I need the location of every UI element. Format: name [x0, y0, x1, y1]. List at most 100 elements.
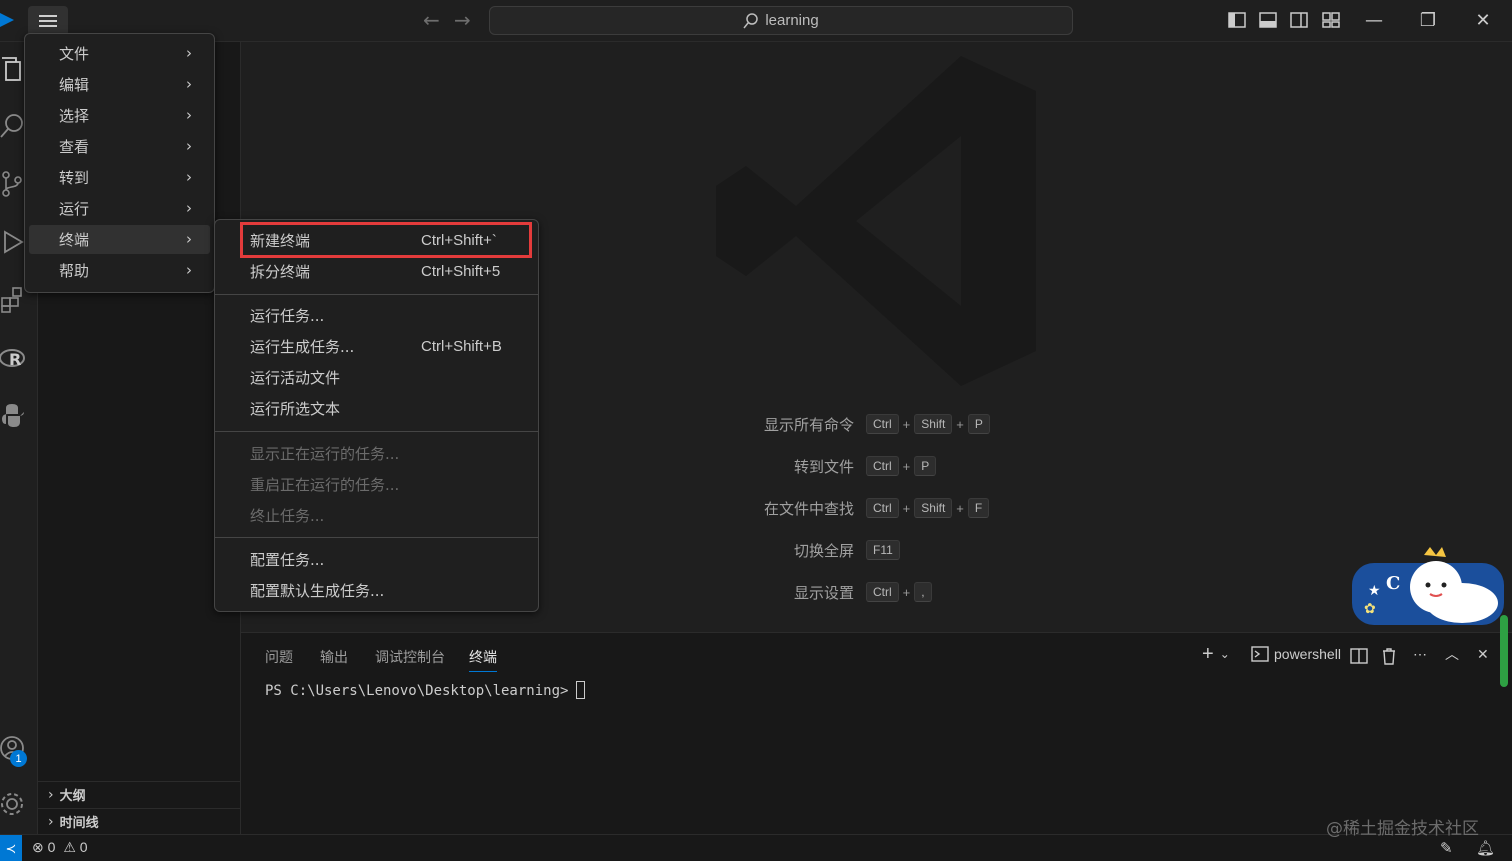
terminal-profile-button[interactable]: powershell [1251, 643, 1341, 665]
status-problems[interactable]: ⊗ 0 ⚠ 0 [32, 839, 88, 856]
chevron-right-icon: › [48, 813, 54, 830]
search-text: learning [765, 12, 819, 29]
toggle-primary-sidebar-icon[interactable] [1228, 11, 1246, 29]
new-terminal-button[interactable]: + ⌄ [1202, 643, 1230, 665]
menu-button[interactable] [28, 6, 68, 36]
svg-text:✿: ✿ [1364, 601, 1376, 617]
restore-icon[interactable]: ❐ [1408, 6, 1448, 34]
maximize-panel-icon[interactable]: ︿ [1445, 643, 1459, 665]
warning-icon: ⚠ [63, 839, 76, 855]
submenu-item-label: 运行活动文件 [250, 369, 341, 387]
annotation-highlight-box [240, 222, 532, 258]
extensions-icon[interactable] [0, 286, 28, 314]
close-panel-icon[interactable]: ✕ [1477, 643, 1489, 665]
menu-item-selection[interactable]: 选择 › [29, 101, 210, 130]
python-icon[interactable] [0, 402, 28, 430]
terminal-cursor [576, 681, 586, 699]
submenu-item-split-terminal[interactable]: 拆分终端 Ctrl+Shift+5 [219, 257, 534, 286]
menu-item-view[interactable]: 查看 › [29, 132, 210, 161]
settings-gear-icon[interactable] [0, 790, 28, 818]
scrollbar-indicator[interactable] [1500, 615, 1508, 687]
chevron-right-icon: › [186, 168, 192, 186]
menu-item-label: 编辑 [59, 76, 90, 94]
submenu-item-label: 拆分终端 [250, 263, 311, 281]
mascot-sticker: ★ ✿ C [1352, 547, 1504, 625]
submenu-item-terminate-task: 终止任务... [219, 501, 534, 530]
submenu-item-label: 配置默认生成任务... [250, 582, 385, 600]
submenu-item-configure-default-build-task[interactable]: 配置默认生成任务... [219, 576, 534, 605]
submenu-item-configure-tasks[interactable]: 配置任务... [219, 545, 534, 574]
trash-icon[interactable] [1381, 645, 1397, 667]
key-cap: Shift [914, 414, 953, 434]
split-terminal-icon[interactable] [1350, 645, 1368, 667]
submenu-item-run-selected-text[interactable]: 运行所选文本 [219, 394, 534, 423]
menu-item-label: 选择 [59, 107, 90, 125]
tab-terminal[interactable]: 终端 [469, 647, 497, 672]
arrow-right-icon[interactable]: → [454, 8, 471, 32]
submenu-item-label: 终止任务... [250, 507, 325, 525]
chevron-right-icon: › [186, 230, 192, 248]
submenu-item-run-active-file[interactable]: 运行活动文件 [219, 363, 534, 392]
command-center-search[interactable]: learning [489, 6, 1073, 35]
close-icon[interactable]: ✕ [1463, 6, 1503, 34]
menu-item-help[interactable]: 帮助 › [29, 256, 210, 285]
terminal-output[interactable]: PS C:\Users\Lenovo\Desktop\learning> [265, 681, 586, 699]
key-cap: P [914, 456, 937, 476]
key-cap: Ctrl [866, 414, 899, 434]
chevron-right-icon: › [186, 261, 192, 279]
sidebar-section-outline[interactable]: › 大纲 [38, 781, 241, 807]
terminal-icon [1251, 646, 1269, 662]
key-cap: , [914, 582, 932, 602]
plus-icon: + [1202, 642, 1214, 665]
search-icon [743, 12, 759, 28]
error-icon: ⊗ [32, 839, 44, 855]
menu-item-terminal[interactable]: 终端 › [29, 225, 210, 254]
menu-icon [39, 15, 57, 27]
terminal-profile-label: powershell [1274, 646, 1341, 662]
key-cap: P [967, 414, 990, 434]
menu-item-label: 转到 [59, 169, 90, 187]
main-menu: 文件 › 编辑 › 选择 › 查看 › 转到 › 运行 › 终端 › 帮助 › [24, 33, 215, 293]
chevron-right-icon: › [186, 44, 192, 62]
minimize-icon[interactable]: — [1354, 6, 1394, 34]
key-cap: F11 [866, 540, 900, 560]
menu-separator [215, 294, 538, 295]
key-plus: + [902, 458, 911, 474]
sidebar-section-timeline[interactable]: › 时间线 [38, 808, 241, 834]
toggle-panel-icon[interactable] [1259, 11, 1277, 29]
shortcut-label: 在文件中查找 [763, 499, 854, 518]
toggle-secondary-sidebar-icon[interactable] [1290, 11, 1308, 29]
menu-item-file[interactable]: 文件 › [29, 39, 210, 68]
menu-item-label: 查看 [59, 138, 90, 156]
submenu-item-run-build-task[interactable]: 运行生成任务... Ctrl+Shift+B [219, 332, 534, 361]
bell-icon[interactable]: 🔔︎ [1476, 839, 1495, 857]
menu-separator [215, 537, 538, 538]
submenu-item-label: 运行所选文本 [250, 400, 341, 418]
key-cap: Ctrl [866, 582, 899, 602]
key-cap: Ctrl [866, 456, 899, 476]
tab-problems[interactable]: 问题 [265, 647, 293, 667]
menu-item-label: 终端 [59, 231, 90, 249]
chevron-right-icon: › [186, 199, 192, 217]
submenu-item-label: 配置任务... [250, 551, 325, 569]
arrow-left-icon[interactable]: ← [423, 8, 440, 32]
submenu-item-label: 运行生成任务... [250, 338, 355, 356]
menu-item-edit[interactable]: 编辑 › [29, 70, 210, 99]
remote-indicator-icon[interactable]: ≺ [0, 835, 22, 861]
tab-debug-console[interactable]: 调试控制台 [375, 647, 445, 667]
mascot-letter: C [1386, 573, 1400, 594]
customize-layout-icon[interactable] [1322, 11, 1340, 29]
menu-item-go[interactable]: 转到 › [29, 163, 210, 192]
menu-item-run[interactable]: 运行 › [29, 194, 210, 223]
more-actions-icon[interactable]: ⋯ [1413, 643, 1427, 665]
feedback-icon[interactable]: ✎ [1440, 839, 1453, 857]
key-cap: F [967, 498, 990, 518]
vscode-logo [0, 13, 14, 27]
tab-output[interactable]: 输出 [320, 647, 348, 667]
key-cap: Ctrl [866, 498, 899, 518]
r-icon[interactable]: R [0, 344, 28, 372]
warning-count: 0 [79, 839, 88, 855]
menu-item-label: 运行 [59, 200, 90, 218]
shortcut-label: 切换全屏 [793, 541, 854, 560]
submenu-item-run-task[interactable]: 运行任务... [219, 301, 534, 330]
